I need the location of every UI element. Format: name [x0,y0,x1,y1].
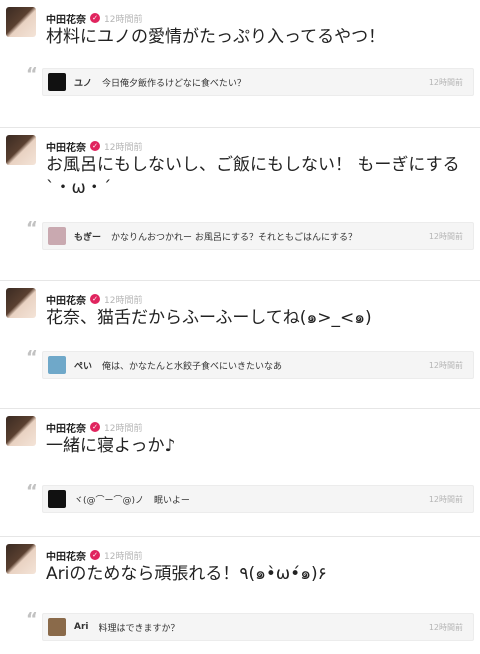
post-message: 材料にユノの愛情がたっぷり入ってるやつ！ [46,27,386,47]
post-message: Ariのためなら頑張れる！٩(๑•̀ω•́๑)۶ [46,564,327,584]
quote-icon: “ [26,347,38,368]
post-time[interactable]: 12時間前 [104,549,142,562]
reply-card[interactable]: ユノ 今日俺夕飯作るけどなに食べたい？ 12時間前 [42,68,474,96]
reply-text: 料理はできますか？ [98,623,180,634]
author-name[interactable]: 中田花奈 [46,292,86,307]
reply-avatar[interactable] [48,227,66,245]
post-time[interactable]: 12時間前 [104,140,142,153]
post: 中田花奈 ✓ 12時間前 お風呂にもしないし、ご飯にもしない！ もーぎにする`・… [0,128,480,281]
post-message: 一緒に寝よっか♪ [46,436,176,456]
avatar[interactable] [6,288,36,318]
reply-text: 俺は、かなたんと水餃子食べにいきたいなあ [102,361,283,372]
reply-time: 12時間前 [428,494,463,504]
reply-time: 12時間前 [428,77,463,87]
verified-icon: ✓ [90,13,100,23]
reply-name: ヾ(@⌒ー⌒@)ノ [74,495,145,506]
post: 中田花奈 ✓ 12時間前 Ariのためなら頑張れる！٩(๑•̀ω•́๑)۶ “ … [0,537,480,654]
reply-card[interactable]: Ari 料理はできますか？ 12時間前 [42,613,474,641]
avatar[interactable] [6,416,36,446]
verified-icon: ✓ [90,550,100,560]
reply-card[interactable]: ヾ(@⌒ー⌒@)ノ 眠いよー 12時間前 [42,485,474,513]
quote-icon: “ [26,609,38,630]
quote-icon: “ [26,218,38,239]
author-name[interactable]: 中田花奈 [46,139,86,154]
reply-time: 12時間前 [428,231,463,241]
reply-time: 12時間前 [428,622,463,632]
reply-name: ユノ [74,78,93,89]
verified-icon: ✓ [90,422,100,432]
avatar[interactable] [6,7,36,37]
author-name[interactable]: 中田花奈 [46,548,86,563]
author-row: 中田花奈 ✓ 12時間前 [46,291,142,307]
reply-card[interactable]: ぺい 俺は、かなたんと水餃子食べにいきたいなあ 12時間前 [42,351,474,379]
avatar[interactable] [6,544,36,574]
post-time[interactable]: 12時間前 [104,421,142,434]
author-row: 中田花奈 ✓ 12時間前 [46,419,142,435]
avatar[interactable] [6,135,36,165]
author-name[interactable]: 中田花奈 [46,420,86,435]
author-row: 中田花奈 ✓ 12時間前 [46,138,142,154]
post-message: 花奈、猫舌だからふーふーしてね(๑>_<๑) [46,308,372,328]
author-name[interactable]: 中田花奈 [46,11,86,26]
quote-icon: “ [26,64,38,85]
reply-name: もぎー [74,232,102,243]
reply-avatar[interactable] [48,618,66,636]
feed: 中田花奈 ✓ 12時間前 材料にユノの愛情がたっぷり入ってるやつ！ “ ユノ 今… [0,0,480,654]
reply-time: 12時間前 [428,360,463,370]
post: 中田花奈 ✓ 12時間前 花奈、猫舌だからふーふーしてね(๑>_<๑) “ ぺい… [0,281,480,409]
reply-name: Ari [74,622,89,632]
author-row: 中田花奈 ✓ 12時間前 [46,10,142,26]
post: 中田花奈 ✓ 12時間前 一緒に寝よっか♪ “ ヾ(@⌒ー⌒@)ノ 眠いよー 1… [0,409,480,537]
quote-icon: “ [26,481,38,502]
reply-text: 眠いよー [154,495,190,506]
post-message: お風呂にもしないし、ご飯にもしない！ もーぎにする`・ω・´ [46,155,460,198]
author-row: 中田花奈 ✓ 12時間前 [46,547,142,563]
reply-name: ぺい [74,361,93,372]
reply-text: 今日俺夕飯作るけどなに食べたい？ [102,78,246,89]
post: 中田花奈 ✓ 12時間前 材料にユノの愛情がたっぷり入ってるやつ！ “ ユノ 今… [0,0,480,128]
verified-icon: ✓ [90,294,100,304]
reply-avatar[interactable] [48,73,66,91]
reply-avatar[interactable] [48,490,66,508]
reply-avatar[interactable] [48,356,66,374]
post-time[interactable]: 12時間前 [104,12,142,25]
reply-card[interactable]: もぎー かなりんおつかれー お風呂にする？それともごはんにする？ 12時間前 [42,222,474,250]
verified-icon: ✓ [90,141,100,151]
post-time[interactable]: 12時間前 [104,293,142,306]
reply-text: かなりんおつかれー お風呂にする？それともごはんにする？ [111,232,358,243]
